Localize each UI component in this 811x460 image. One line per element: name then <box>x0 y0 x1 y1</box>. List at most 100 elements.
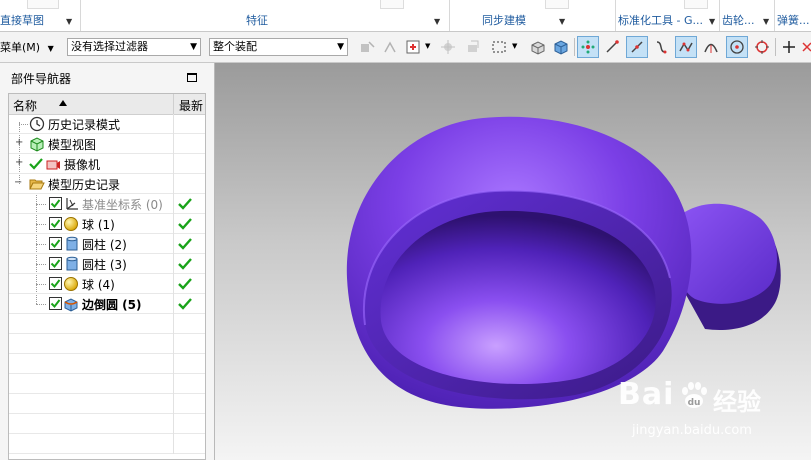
type-filter-dropdown[interactable]: 没有选择过滤器 ▼ <box>67 38 201 56</box>
checkbox-checked-icon[interactable] <box>49 297 62 310</box>
select-feature-button[interactable] <box>437 36 459 58</box>
chevron-down-icon[interactable]: ▼ <box>559 17 565 26</box>
chevron-down-icon[interactable]: ▼ <box>512 42 517 50</box>
snap-midpoint-button[interactable] <box>626 36 648 58</box>
column-divider <box>173 214 174 234</box>
ribbon-group-bar: 直接草图 ▼ 特征 ▼ 同步建模 ▼ 标准化工具 - G... ▼ 齿轮... … <box>0 0 811 32</box>
tree-empty-row <box>9 414 205 434</box>
quadrant-icon <box>755 40 769 54</box>
chevron-down-icon: ▼ <box>190 42 197 52</box>
solid-body-filter-button[interactable] <box>527 36 549 58</box>
tree-empty-row <box>9 374 205 394</box>
tree-empty-row <box>9 354 205 374</box>
solid-body-icon <box>531 41 545 55</box>
snap-point-on-curve-button[interactable] <box>778 36 800 58</box>
tree-node-feature[interactable]: 圆柱 (3) <box>9 254 205 274</box>
type-filter-value: 没有选择过滤器 <box>71 40 148 53</box>
tree-node-feature-current[interactable]: 边倒圆 (5) <box>9 294 205 314</box>
checkbox-checked-icon[interactable] <box>49 277 62 290</box>
tree-node-history-mode[interactable]: 历史记录模式 <box>9 114 205 134</box>
general-selection-intent-button[interactable] <box>356 36 378 58</box>
component-icon <box>468 40 479 52</box>
checkbox-checked-icon[interactable] <box>49 237 62 250</box>
tree-node-model-views[interactable]: + 模型视图 <box>9 134 205 154</box>
chevron-down-icon[interactable]: ▼ <box>425 42 430 50</box>
tree-empty-row <box>9 394 205 414</box>
expand-icon[interactable]: + <box>15 157 23 168</box>
latest-check-icon <box>178 278 192 290</box>
snap-point-button[interactable] <box>379 36 401 58</box>
checkbox-checked-icon[interactable] <box>49 217 62 230</box>
select-component-button[interactable] <box>462 36 484 58</box>
snap-more-button[interactable] <box>801 36 811 58</box>
cross-icon <box>802 42 811 52</box>
ribbon-group-springs[interactable]: 弹簧... <box>775 0 811 31</box>
column-divider <box>173 174 174 194</box>
snap-intersection-button[interactable] <box>675 36 697 58</box>
tree-node-label: 摄像机 <box>64 158 101 172</box>
checkbox-checked-icon[interactable] <box>49 197 62 210</box>
toolbar-separator <box>574 38 575 56</box>
snap-quadrant-button[interactable] <box>751 36 773 58</box>
column-divider[interactable] <box>173 94 174 114</box>
ribbon-group-label: 齿轮... <box>722 14 755 27</box>
maximize-icon[interactable] <box>187 73 197 82</box>
tree-node-feature[interactable]: 球 (1) <box>9 214 205 234</box>
collapse-icon[interactable]: − <box>14 177 22 188</box>
chevron-down-icon[interactable]: ▼ <box>66 17 72 26</box>
chevron-down-icon[interactable]: ▼ <box>763 17 769 26</box>
select-body-button[interactable] <box>402 36 424 58</box>
chevron-down-icon[interactable]: ▼ <box>709 17 715 26</box>
ribbon-group-gears[interactable]: 齿轮... ▼ <box>720 0 775 31</box>
snap-center-button[interactable] <box>726 36 748 58</box>
endpoint-icon <box>606 40 619 53</box>
column-divider <box>173 134 174 154</box>
column-divider <box>173 234 174 254</box>
sort-ascending-icon[interactable] <box>59 100 67 106</box>
column-divider <box>173 254 174 274</box>
datum-csys-icon <box>66 198 78 210</box>
ribbon-group-standard-tools[interactable]: 标准化工具 - G... ▼ <box>616 0 720 31</box>
cylinder-icon <box>66 256 78 271</box>
check-icon <box>29 158 43 170</box>
tree-node-label: 圆柱 (2) <box>82 238 127 252</box>
graphics-viewport[interactable]: Bai du 经验 jingyan.baidu.com <box>215 63 811 460</box>
tree-node-cameras[interactable]: + 摄像机 <box>9 154 205 174</box>
latest-check-icon <box>178 218 192 230</box>
chevron-down-icon[interactable]: ▼ <box>434 17 440 26</box>
tree-node-label: 模型历史记录 <box>48 178 121 192</box>
tree-header: 名称 最新 <box>9 94 205 115</box>
open-folder-icon <box>29 179 45 190</box>
cube-icon <box>554 40 568 55</box>
expand-icon[interactable]: + <box>15 137 23 148</box>
tree-empty-row <box>9 334 205 354</box>
plus-icon <box>783 41 795 53</box>
snap-arc-center-button[interactable] <box>700 36 722 58</box>
edge-blend-icon <box>64 298 78 312</box>
ribbon-group-sync-modeling[interactable]: 同步建模 ▼ <box>450 0 616 31</box>
column-header-name[interactable]: 名称 <box>13 97 37 114</box>
tree-node-feature[interactable]: 球 (4) <box>9 274 205 294</box>
snap-endpoint-button[interactable] <box>601 36 623 58</box>
menu-button[interactable]: 菜单(M) ▼ <box>0 39 54 55</box>
snap-control-point-button[interactable] <box>650 36 672 58</box>
ribbon-group-direct-sketch[interactable]: 直接草图 ▼ <box>0 0 81 31</box>
navigator-tree[interactable]: 名称 最新 历史记录模式 + 模型视图 + 摄像机 − 模型历史记录 基准坐标系… <box>8 93 206 460</box>
column-divider <box>173 274 174 294</box>
tree-node-feature[interactable]: 圆柱 (2) <box>9 234 205 254</box>
ribbon-group-features[interactable]: 特征 ▼ <box>81 0 450 31</box>
rectangle-select-button[interactable] <box>488 36 510 58</box>
navigator-title: 部件导航器 <box>11 72 72 86</box>
sheet-body-filter-button[interactable] <box>550 36 572 58</box>
sphere-icon <box>64 217 78 231</box>
selection-scope-dropdown[interactable]: 整个装配 ▼ <box>209 38 348 56</box>
tree-node-model-history[interactable]: − 模型历史记录 <box>9 174 205 194</box>
snap-existing-point-button[interactable] <box>577 36 599 58</box>
tree-node-label: 球 (4) <box>82 278 115 292</box>
column-header-latest[interactable]: 最新 <box>179 97 203 114</box>
tree-empty-row <box>9 314 205 334</box>
checkbox-checked-icon[interactable] <box>49 257 62 270</box>
toolbar-separator <box>775 38 776 56</box>
snap-icon <box>384 41 396 53</box>
tree-node-feature[interactable]: 基准坐标系 (0) <box>9 194 205 214</box>
